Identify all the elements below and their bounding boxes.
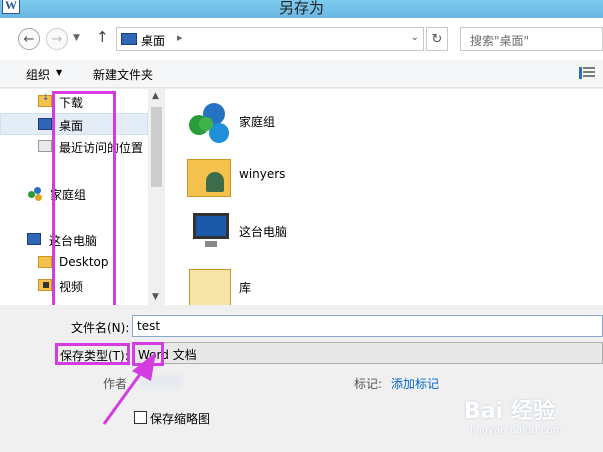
forward-button[interactable]: →: [46, 28, 68, 50]
scroll-down-icon[interactable]: ▼: [152, 292, 159, 302]
list-item[interactable]: winyers: [187, 153, 487, 201]
organize-dropdown-icon[interactable]: ▼: [56, 68, 62, 77]
refresh-button[interactable]: ↻: [426, 27, 448, 51]
list-item[interactable]: 家庭组: [187, 99, 487, 147]
view-options-icon[interactable]: [579, 65, 597, 81]
item-label: winyers: [239, 167, 286, 181]
search-input[interactable]: 搜索"桌面": [460, 27, 603, 51]
annotation-highlight-box: [52, 91, 116, 308]
tags-label: 标记:: [354, 377, 383, 391]
scroll-up-icon[interactable]: ▲: [152, 91, 159, 101]
address-bar[interactable]: 桌面 ▸ ⌄: [116, 27, 424, 51]
navigation-scrollbar[interactable]: ▲ ▼: [148, 89, 165, 305]
watermark-main: Bai 经验: [464, 399, 555, 424]
download-folder-icon: [38, 93, 52, 107]
homegroup-icon: [28, 187, 43, 202]
back-button[interactable]: ←: [18, 28, 40, 50]
address-dropdown-icon[interactable]: ⌄: [411, 32, 419, 43]
computer-icon: [187, 209, 235, 257]
save-thumbnail-label: 保存缩略图: [150, 412, 211, 426]
homegroup-icon: [187, 99, 235, 147]
computer-icon: [27, 233, 41, 245]
item-label: 家庭组: [239, 115, 276, 129]
folder-icon: [38, 256, 52, 268]
window-title: 另存为: [278, 0, 324, 17]
organize-button[interactable]: 组织: [26, 66, 50, 83]
title-bar: W 另存为: [0, 0, 603, 18]
recent-locations-dropdown[interactable]: ▼: [73, 33, 80, 43]
breadcrumb-chevron-icon[interactable]: ▸: [177, 31, 183, 44]
file-list-pane: 家庭组 winyers 这台电脑 库: [165, 89, 603, 305]
refresh-icon: ↻: [431, 31, 443, 47]
watermark: Bai 经验 jingyan.baidu.com: [464, 393, 603, 449]
desktop-icon: [121, 33, 137, 45]
item-label: 这台电脑: [239, 225, 288, 239]
up-level-button[interactable]: ↑: [96, 28, 109, 46]
author-value[interactable]: [140, 375, 182, 389]
command-toolbar: 组织 ▼ 新建文件夹: [0, 60, 603, 88]
back-arrow-icon: ←: [23, 31, 35, 47]
library-icon: [187, 265, 235, 305]
address-row: ← → ▼ ↑ 桌面 ▸ ⌄ ↻ 搜索"桌面": [0, 18, 603, 60]
add-tags-link[interactable]: 添加标记: [391, 375, 439, 392]
address-location: 桌面: [141, 34, 166, 48]
filetype-select[interactable]: Word 文档: [132, 342, 603, 364]
recent-places-icon: [38, 140, 52, 152]
forward-arrow-icon: →: [51, 31, 63, 47]
annotation-highlight-type: [132, 342, 164, 366]
user-folder-icon: [187, 159, 231, 197]
video-folder-icon: [38, 279, 52, 291]
watermark-sub: jingyan.baidu.com: [470, 425, 563, 436]
list-item[interactable]: 这台电脑: [187, 209, 487, 257]
new-folder-button[interactable]: 新建文件夹: [93, 66, 153, 83]
desktop-icon: [38, 118, 52, 130]
save-thumbnail-checkbox[interactable]: [134, 411, 147, 424]
list-item[interactable]: 库: [187, 265, 487, 305]
filename-label: 文件名(N):: [71, 321, 130, 335]
filename-input[interactable]: test: [132, 315, 603, 337]
author-label: 作者: [103, 377, 128, 391]
scrollbar-thumb[interactable]: [151, 107, 162, 187]
annotation-highlight-label: [55, 343, 130, 365]
item-label: 库: [239, 281, 252, 295]
